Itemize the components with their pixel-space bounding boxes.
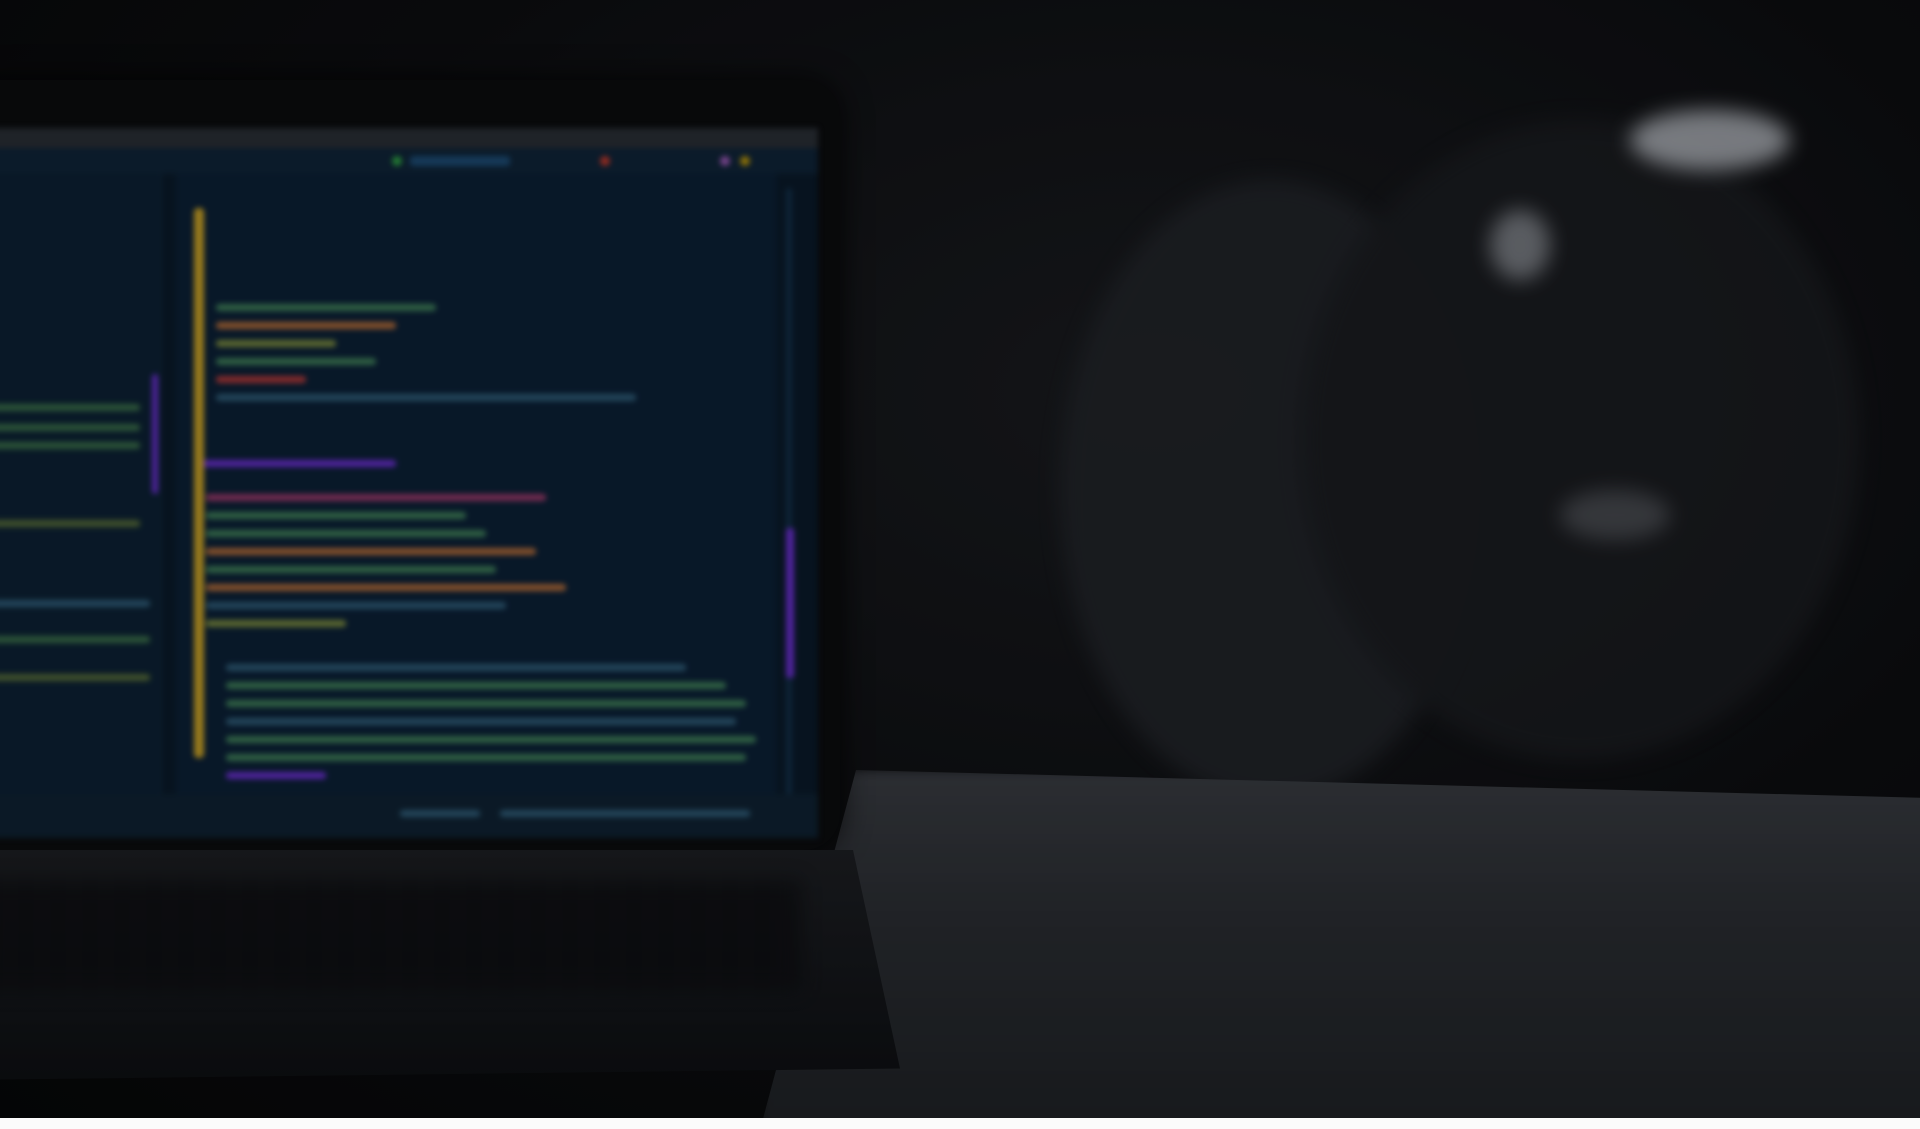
blurred-photo-scene [0,0,1920,1118]
dark-overlay [0,0,1920,1118]
bottom-strip [0,1118,1920,1129]
